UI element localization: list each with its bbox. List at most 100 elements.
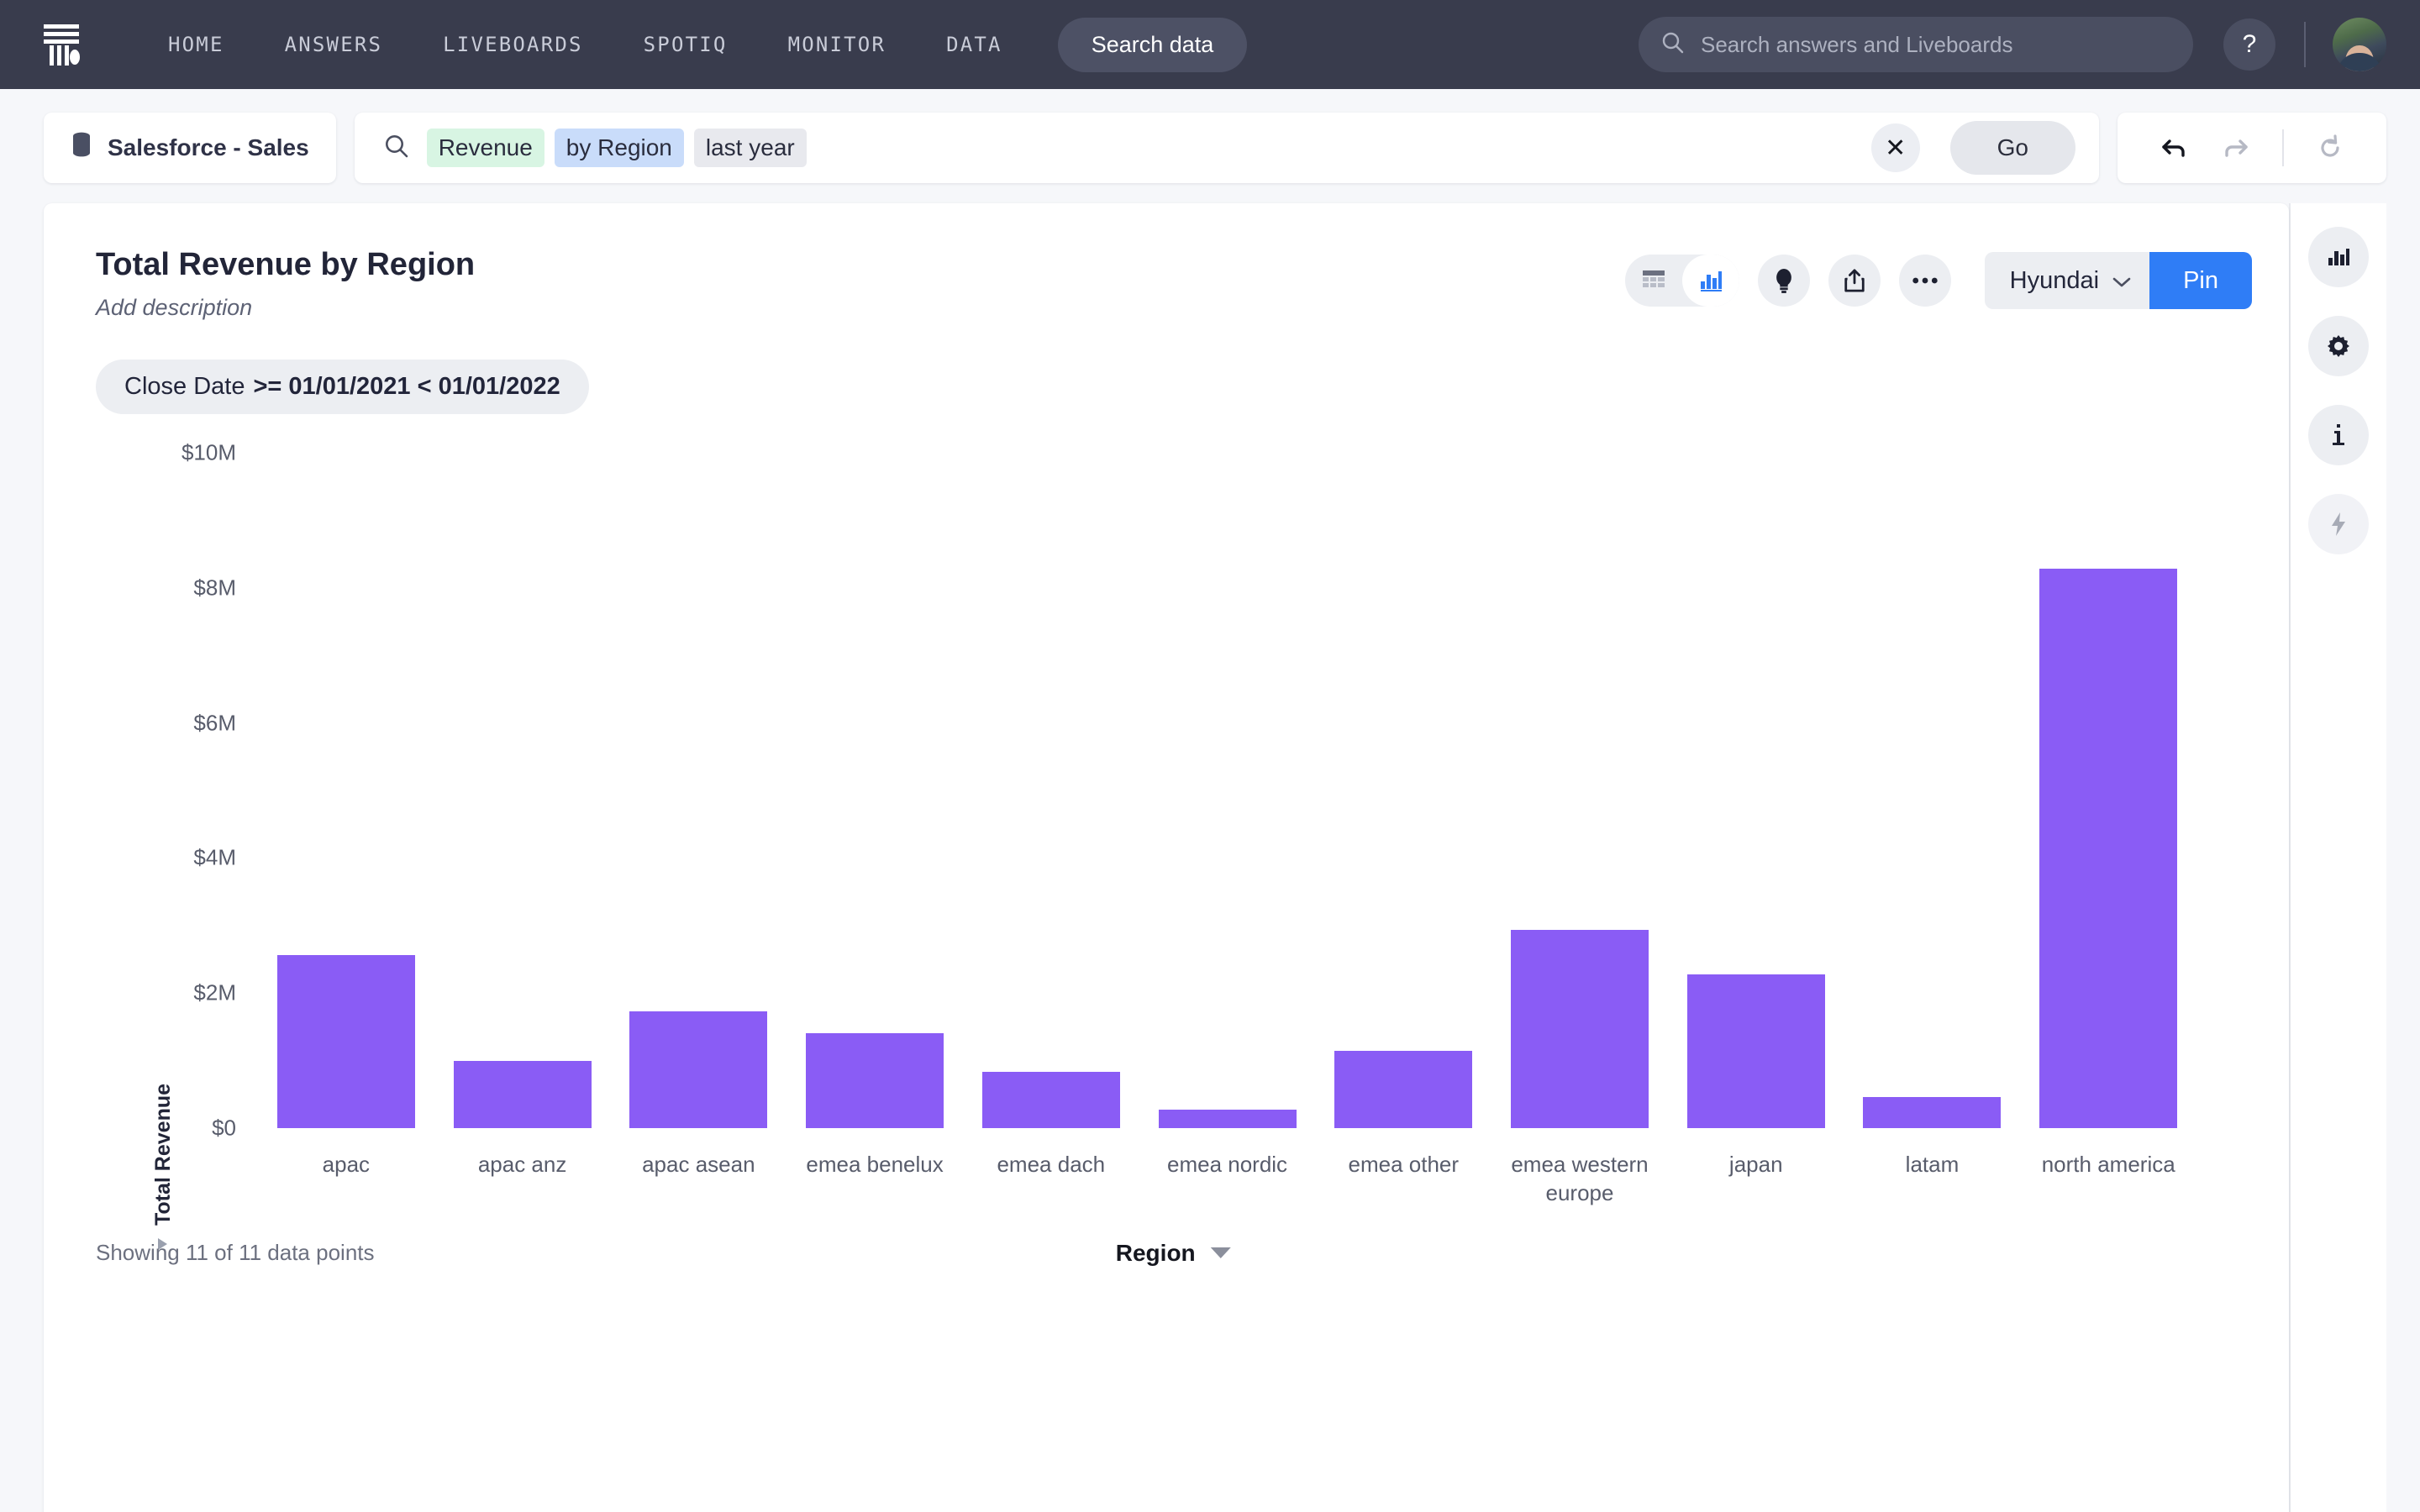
- viz-type-toggle: [1624, 255, 1739, 307]
- query-token-last-year[interactable]: last year: [693, 129, 807, 167]
- share-icon[interactable]: [1828, 255, 1881, 307]
- y-axis-tick-label: $0: [212, 1115, 236, 1141]
- bar-column: emea dach: [963, 453, 1139, 1177]
- primary-nav-links: HOME ANSWERS LIVEBOARDS SPOTIQ MONITOR D…: [138, 21, 1033, 68]
- spotiq-lightbulb-icon[interactable]: [1757, 255, 1810, 307]
- bar[interactable]: [453, 1060, 592, 1128]
- liveboard-dropdown-label: Hyundai: [2009, 266, 2100, 294]
- search-icon: [1660, 30, 1686, 60]
- search-icon: [383, 133, 410, 164]
- x-axis-tick-label: apac: [322, 1152, 371, 1177]
- chart-config-icon[interactable]: [2308, 227, 2369, 287]
- more-options-icon[interactable]: [1898, 255, 1951, 307]
- bar-column: emea benelux: [786, 453, 963, 1177]
- x-axis-tick-label: emea benelux: [806, 1152, 944, 1177]
- x-axis-tick-label: north america: [2041, 1152, 2175, 1177]
- filter-field-label: Close Date: [124, 373, 245, 400]
- bar[interactable]: [2039, 569, 2178, 1128]
- x-axis-tick-label: apac anz: [477, 1152, 567, 1177]
- x-axis-tick-label: emea dach: [997, 1152, 1106, 1177]
- table-view-icon[interactable]: [1625, 255, 1682, 307]
- liveboard-dropdown[interactable]: Hyundai: [1984, 252, 2150, 309]
- bar-column: apac anz: [434, 453, 611, 1177]
- data-source-label: Salesforce - Sales: [108, 134, 309, 160]
- nav-item-home[interactable]: HOME: [138, 21, 255, 68]
- y-axis-tick-label: $4M: [193, 844, 236, 870]
- search-data-button[interactable]: Search data: [1057, 17, 1248, 72]
- bar[interactable]: [1334, 1051, 1473, 1128]
- bar[interactable]: [1686, 974, 1825, 1128]
- query-token-by-region[interactable]: by Region: [554, 129, 684, 167]
- bolt-icon[interactable]: [2308, 494, 2369, 554]
- chart-view-icon[interactable]: [1681, 255, 1739, 307]
- top-nav-right-group: Search answers and Liveboards ?: [1639, 0, 2386, 89]
- bar-series: apac apac anz apac asean emea benelux emea d…: [258, 453, 2196, 1205]
- bar-column: emea nordic: [1139, 453, 1316, 1177]
- caret-down-icon: [1210, 1247, 1231, 1258]
- visualization-stage: Total Revenue by Region Add description: [0, 203, 2420, 1512]
- nav-item-spotiq[interactable]: SPOTIQ: [613, 21, 758, 68]
- answer-toolbar: Hyundai Pin: [1624, 247, 2252, 309]
- filter-chip-close-date[interactable]: Close Date >= 01/01/2021 < 01/01/2022: [96, 360, 589, 414]
- right-rail: [2289, 203, 2386, 1512]
- global-search-input[interactable]: Search answers and Liveboards: [1639, 17, 2193, 72]
- query-token-revenue[interactable]: Revenue: [426, 129, 544, 167]
- top-navigation-bar: HOME ANSWERS LIVEBOARDS SPOTIQ MONITOR D…: [0, 0, 2420, 89]
- bar[interactable]: [1511, 929, 1649, 1128]
- clear-query-button[interactable]: ✕: [1870, 123, 1920, 172]
- search-query-bar[interactable]: Revenue by Region last year ✕ Go: [354, 113, 2099, 183]
- x-axis-legend-label: Region: [1115, 1239, 1196, 1266]
- chart-footer: Showing 11 of 11 data points Region: [44, 1240, 2289, 1266]
- thoughtspot-logo-icon[interactable]: [37, 17, 92, 72]
- bar-column: apac asean: [610, 453, 786, 1177]
- page-title[interactable]: Total Revenue by Region: [96, 247, 1625, 283]
- bar[interactable]: [1158, 1109, 1297, 1128]
- bar-column: emea western europe: [1491, 453, 1668, 1205]
- help-button[interactable]: ?: [2223, 18, 2275, 71]
- x-axis-tick-label: apac asean: [642, 1152, 755, 1177]
- reset-icon[interactable]: [2299, 121, 2361, 175]
- x-axis-tick-label: emea western europe: [1511, 1152, 1649, 1206]
- go-button[interactable]: Go: [1949, 121, 2075, 175]
- plot-area: $0 $2M $4M $6M $8M $10M apac apac anz apac asea…: [182, 440, 2196, 1205]
- x-axis-tick-label: latam: [1905, 1152, 1960, 1177]
- history-toolbar: [2118, 113, 2386, 183]
- bar-column: japan: [1668, 453, 1844, 1177]
- avatar[interactable]: [2333, 18, 2386, 71]
- undo-icon[interactable]: [2143, 121, 2205, 175]
- filter-condition-label: >= 01/01/2021 < 01/01/2022: [253, 373, 560, 400]
- bar-chart: Total Revenue $0 $2M $4M $6M $8M $10M apac apa…: [44, 436, 2289, 1293]
- bar[interactable]: [629, 1011, 768, 1128]
- pin-button[interactable]: Pin: [2149, 252, 2252, 309]
- bar-column: latam: [1844, 453, 2021, 1177]
- x-axis-tick-label: emea other: [1348, 1152, 1460, 1177]
- y-axis-tick-label: $8M: [193, 575, 236, 601]
- answer-card: Total Revenue by Region Add description: [44, 203, 2289, 1512]
- redo-icon[interactable]: [2205, 121, 2267, 175]
- bar-column: apac: [258, 453, 434, 1177]
- database-icon: [71, 132, 92, 165]
- nav-item-liveboards[interactable]: LIVEBOARDS: [413, 21, 613, 68]
- nav-item-answers[interactable]: ANSWERS: [255, 21, 413, 68]
- data-point-count: Showing 11 of 11 data points: [96, 1240, 375, 1265]
- nav-divider: [2304, 22, 2306, 67]
- x-axis-legend[interactable]: Region: [1116, 1240, 1231, 1267]
- global-search-placeholder: Search answers and Liveboards: [1701, 31, 2013, 57]
- answer-title-block: Total Revenue by Region Add description: [96, 247, 1625, 321]
- bar-column: emea other: [1315, 453, 1491, 1177]
- bar[interactable]: [981, 1072, 1120, 1128]
- bar[interactable]: [1863, 1097, 2002, 1128]
- history-divider: [2282, 129, 2284, 166]
- data-source-selector[interactable]: Salesforce - Sales: [44, 113, 336, 183]
- pin-group: Hyundai Pin: [1984, 252, 2252, 309]
- bar[interactable]: [276, 955, 415, 1128]
- nav-item-monitor[interactable]: MONITOR: [758, 21, 917, 68]
- nav-item-data[interactable]: DATA: [916, 21, 1033, 68]
- info-icon[interactable]: [2308, 405, 2369, 465]
- answer-description[interactable]: Add description: [96, 295, 1625, 321]
- search-row: Salesforce - Sales Revenue by Region las…: [0, 89, 2420, 203]
- chevron-down-icon: [2112, 267, 2131, 295]
- bar[interactable]: [806, 1033, 944, 1128]
- y-axis-title[interactable]: Total Revenue: [151, 1084, 176, 1226]
- settings-gear-icon[interactable]: [2308, 316, 2369, 376]
